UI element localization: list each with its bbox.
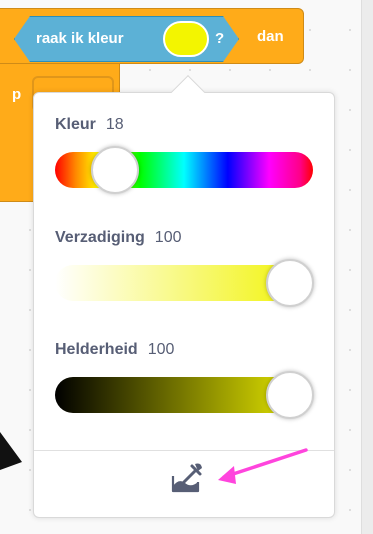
workspace-scrollbar[interactable]: [361, 0, 373, 534]
brightness-label-row: Helderheid 100: [55, 341, 174, 359]
question-mark-label: ?: [215, 30, 225, 47]
saturation-slider-handle[interactable]: [266, 259, 314, 307]
brightness-value: 100: [147, 341, 175, 358]
touching-color-label: raak ik kleur: [36, 30, 124, 47]
hue-slider-handle[interactable]: [91, 146, 139, 194]
saturation-label-row: Verzadiging 100: [55, 229, 182, 247]
hue-label: Kleur: [55, 116, 96, 133]
brightness-slider-handle[interactable]: [266, 371, 314, 419]
color-swatch-input[interactable]: [163, 21, 209, 57]
hue-value: 18: [105, 116, 124, 133]
annotation-arrow-icon: [218, 448, 308, 484]
saturation-value: 100: [154, 229, 182, 246]
saturation-label: Verzadiging: [55, 229, 145, 246]
inner-block-label: p: [12, 86, 22, 103]
cursor-arrow-icon: [0, 432, 22, 470]
hue-label-row: Kleur 18: [55, 116, 124, 134]
eyedropper-icon[interactable]: [169, 460, 205, 496]
brightness-label: Helderheid: [55, 341, 138, 358]
then-label: dan: [257, 28, 284, 45]
